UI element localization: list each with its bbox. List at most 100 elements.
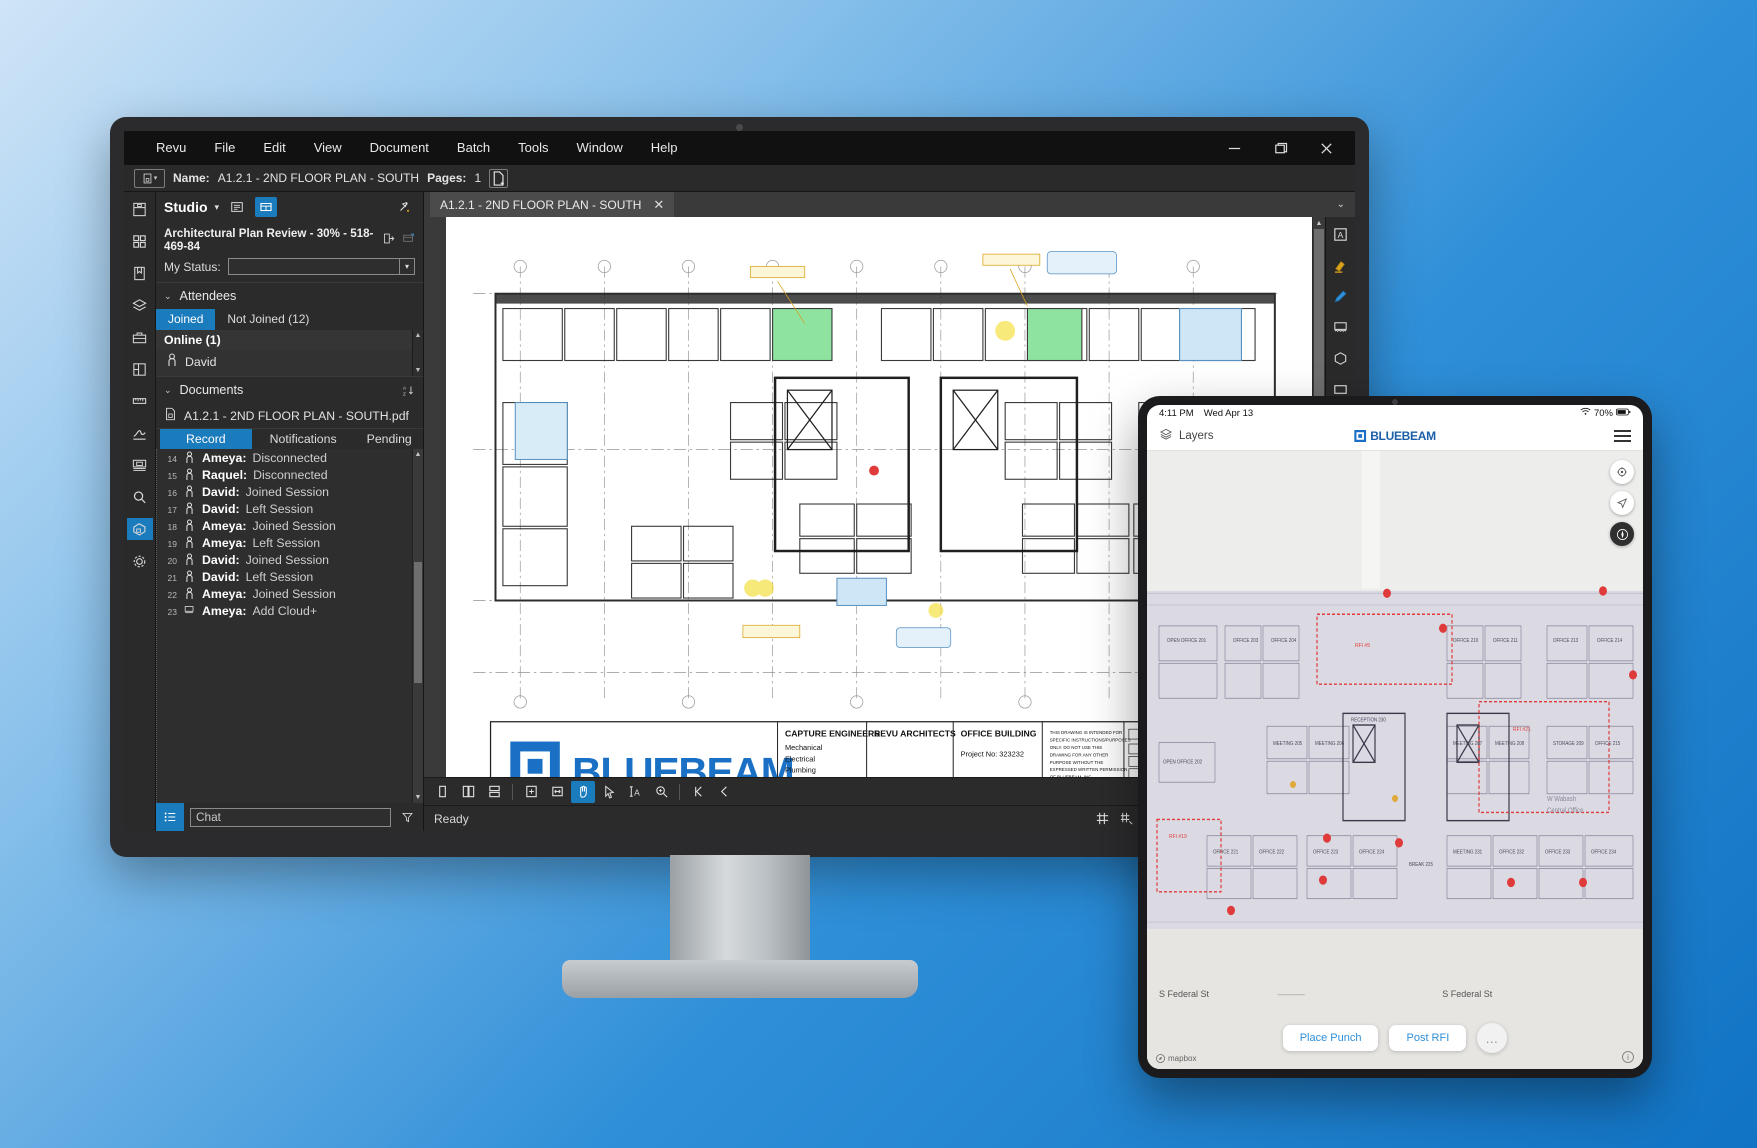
menu-item-file[interactable]: File (200, 131, 249, 165)
my-status-select[interactable]: ▾ (227, 258, 415, 275)
record-row[interactable]: 19 Ameya: Left Session (157, 534, 423, 551)
record-row[interactable]: 22 Ameya: Joined Session (157, 585, 423, 602)
measurements-icon[interactable] (127, 390, 153, 412)
select-tool-icon[interactable] (597, 781, 621, 803)
chevron-down-icon[interactable]: ▾ (215, 202, 220, 213)
filter-icon[interactable] (397, 811, 417, 824)
target-icon[interactable] (1610, 460, 1634, 484)
record-row[interactable]: 20 David: Joined Session (157, 551, 423, 568)
grid-view-icon[interactable] (127, 230, 153, 252)
new-document-button[interactable] (489, 168, 509, 188)
single-page-view-icon[interactable] (430, 781, 454, 803)
record-row[interactable]: 15 Raquel: Disconnected (157, 466, 423, 483)
place-punch-button[interactable]: Place Punch (1282, 1025, 1379, 1051)
studio-sessions-icon[interactable] (255, 197, 278, 217)
sort-az-icon[interactable]: AZ (402, 384, 415, 397)
record-row[interactable]: 23 Ameya: Add Cloud+ (157, 602, 423, 619)
chevron-down-icon[interactable]: ⌄ (1337, 199, 1355, 210)
restore-icon[interactable] (1257, 131, 1303, 165)
spaces-icon[interactable] (127, 358, 153, 380)
close-icon[interactable]: ✕ (653, 197, 664, 213)
fit-width-icon[interactable] (545, 781, 569, 803)
record-row[interactable]: 16 David: Joined Session (157, 483, 423, 500)
snap-to-content-icon[interactable] (1114, 809, 1138, 829)
scroll-down-arrow-icon[interactable]: ▼ (413, 365, 423, 376)
minimize-icon[interactable] (1211, 131, 1257, 165)
session-link-icon[interactable] (393, 197, 415, 217)
studio-icon[interactable] (126, 518, 153, 540)
scrolling-view-icon[interactable] (482, 781, 506, 803)
menu-item-view[interactable]: View (300, 131, 356, 165)
menu-item-window[interactable]: Window (563, 131, 637, 165)
record-tabs: Record Notifications Pending (156, 428, 424, 450)
thumbnails-icon[interactable] (127, 198, 153, 220)
previous-page-icon[interactable] (712, 781, 736, 803)
fit-page-icon[interactable] (519, 781, 543, 803)
record-scrollbar[interactable]: ▲ ▼ (412, 449, 423, 803)
more-options-button[interactable]: … (1477, 1023, 1508, 1053)
menu-item-batch[interactable]: Batch (443, 131, 504, 165)
leave-session-icon[interactable] (382, 232, 395, 248)
layers-button[interactable]: Layers (1159, 427, 1214, 444)
post-rfi-button[interactable]: Post RFI (1389, 1025, 1467, 1051)
menu-item-tools[interactable]: Tools (504, 131, 562, 165)
mapbox-attribution[interactable]: mapbox (1156, 1054, 1196, 1063)
record-row[interactable]: 21 David: Left Session (157, 568, 423, 585)
hamburger-menu-icon[interactable] (1614, 429, 1631, 442)
document-tab[interactable]: A1.2.1 - 2ND FLOOR PLAN - SOUTH ✕ (430, 192, 675, 217)
session-info-icon[interactable] (402, 232, 415, 248)
scroll-up-arrow-icon[interactable]: ▲ (413, 330, 423, 341)
navigate-arrow-icon[interactable] (1610, 491, 1634, 515)
search-icon[interactable] (127, 486, 153, 508)
toolbox-icon[interactable] (127, 326, 153, 348)
two-page-view-icon[interactable] (456, 781, 480, 803)
highlighter-icon[interactable] (1330, 255, 1352, 275)
tab-joined[interactable]: Joined (156, 309, 216, 330)
compass-icon[interactable] (1610, 522, 1634, 546)
tab-record[interactable]: Record (160, 428, 252, 450)
scroll-down-arrow-icon[interactable]: ▼ (413, 792, 423, 803)
record-row[interactable]: 17 David: Left Session (157, 500, 423, 517)
text-select-icon[interactable]: A (623, 781, 647, 803)
grid-snap-icon[interactable] (1090, 809, 1114, 829)
attendees-section-header[interactable]: ⌄ Attendees (156, 282, 423, 309)
close-icon[interactable] (1303, 131, 1349, 165)
layers-label: Layers (1179, 429, 1214, 442)
scroll-up-arrow-icon[interactable]: ▲ (1313, 217, 1325, 229)
menu-item-document[interactable]: Document (356, 131, 443, 165)
tab-pending[interactable]: Pending (355, 429, 424, 450)
menu-item-help[interactable]: Help (637, 131, 692, 165)
tablet-map-view[interactable]: RFI #5 RFI #21 RFI #19 OPEN OFFICE 201 OF… (1147, 451, 1643, 1069)
pen-icon[interactable] (1330, 286, 1352, 306)
pan-tool-icon[interactable] (571, 780, 595, 803)
record-row[interactable]: 18 Ameya: Joined Session (157, 517, 423, 534)
chat-list-icon[interactable] (156, 803, 184, 831)
attendee-row[interactable]: David (156, 350, 423, 376)
menu-item-edit[interactable]: Edit (249, 131, 299, 165)
document-list-item[interactable]: A1.2.1 - 2ND FLOOR PLAN - SOUTH.pdf (156, 403, 423, 428)
settings-gear-icon[interactable] (127, 550, 153, 572)
signature-icon[interactable] (127, 422, 153, 444)
zoom-tool-icon[interactable] (649, 781, 673, 803)
text-box-icon[interactable]: A (1330, 224, 1352, 244)
cloud-markup-icon[interactable] (1330, 317, 1352, 337)
record-row[interactable]: 14 Ameya: Disconnected (157, 449, 423, 466)
first-page-icon[interactable] (686, 781, 710, 803)
tab-not-joined[interactable]: Not Joined (12) (215, 309, 321, 330)
documents-section-header[interactable]: ⌄ Documents AZ (156, 376, 423, 403)
markups-list-icon[interactable] (127, 454, 153, 476)
chat-input[interactable]: Chat (190, 807, 391, 827)
attendees-scrollbar[interactable]: ▲ ▼ (412, 330, 423, 376)
record-list[interactable]: 14 Ameya: Disconnected 15 Raquel: Disconnecte… (156, 449, 423, 803)
document-properties-button[interactable]: ▾ (134, 168, 165, 188)
scroll-up-arrow-icon[interactable]: ▲ (413, 449, 423, 460)
bookmarks-icon[interactable] (127, 262, 153, 284)
polygon-icon[interactable] (1330, 348, 1352, 368)
scrollbar-thumb[interactable] (414, 562, 422, 683)
studio-projects-icon[interactable] (226, 197, 248, 217)
menu-item-revu[interactable]: Revu (142, 131, 200, 165)
info-icon[interactable]: i (1622, 1051, 1634, 1063)
tab-notifications[interactable]: Notifications (258, 429, 349, 450)
layers-icon[interactable] (127, 294, 153, 316)
tablet-nav-bar: Layers BLUEBEAM (1147, 421, 1643, 451)
